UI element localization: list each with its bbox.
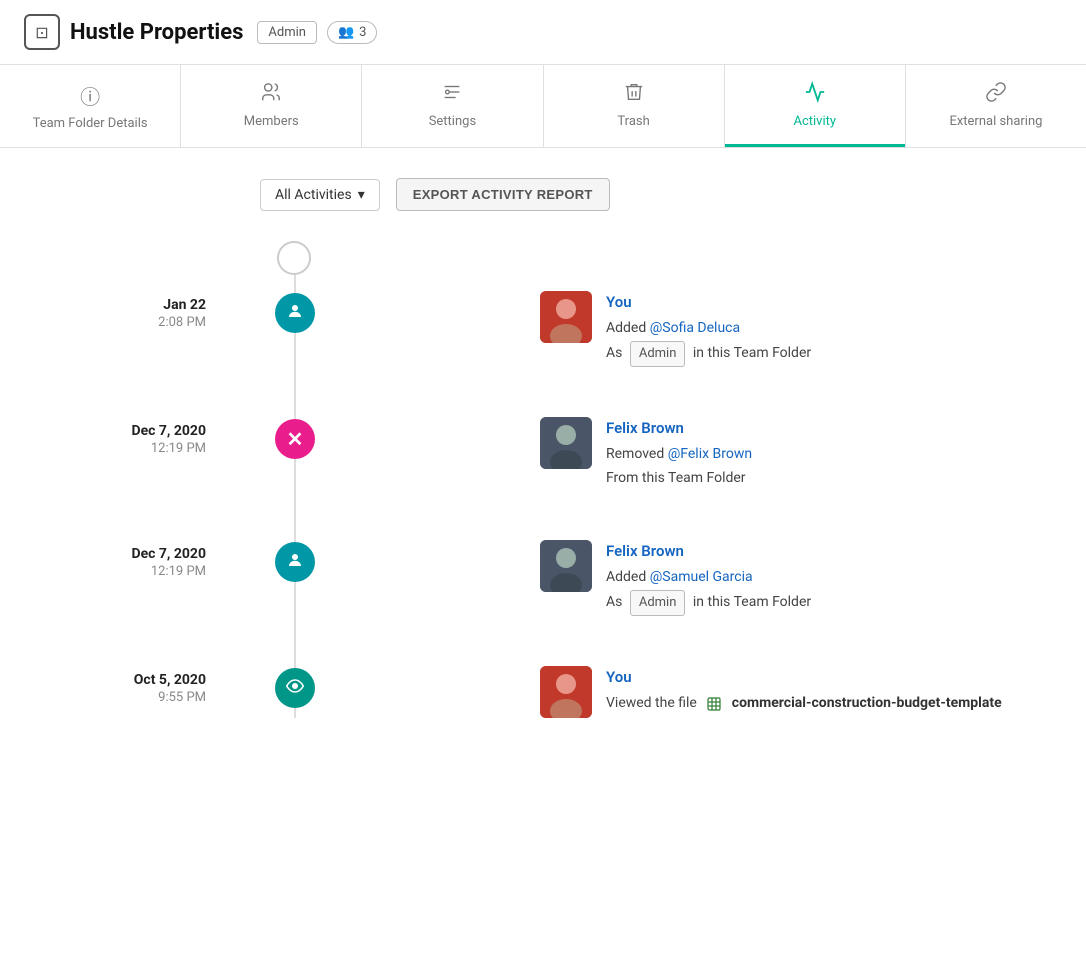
avatar-felix-1 bbox=[540, 417, 592, 469]
members-icon: 👥 bbox=[338, 25, 354, 40]
trash-icon bbox=[623, 81, 645, 108]
role-badge-3: Admin bbox=[630, 590, 686, 616]
role-badge-1: Admin bbox=[630, 341, 686, 367]
activity-content-4: You Viewed the file comm bbox=[540, 666, 1002, 718]
tab-trash-label: Trash bbox=[617, 114, 649, 129]
members-badge: 👥 3 bbox=[327, 21, 378, 44]
user-icon bbox=[286, 302, 304, 324]
activity-text-1: Added @Sofia Deluca bbox=[606, 317, 811, 341]
activity-node-3 bbox=[275, 542, 315, 582]
settings-icon bbox=[441, 81, 463, 108]
activity-date-4: Oct 5, 2020 9:55 PM bbox=[40, 666, 250, 705]
timeline-item: Jan 22 2:08 PM You bbox=[40, 291, 1046, 367]
timeline-item-4: Oct 5, 2020 9:55 PM bbox=[40, 666, 1046, 718]
activity-node-1 bbox=[275, 293, 315, 333]
user-icon-3 bbox=[286, 551, 304, 573]
timeline: Jan 22 2:08 PM You bbox=[40, 241, 1046, 718]
nav-tabs: ⓘ Team Folder Details Members Settings bbox=[0, 65, 1086, 148]
tab-external-sharing[interactable]: External sharing bbox=[906, 65, 1086, 147]
activity-text-2: Removed @Felix Brown bbox=[606, 443, 752, 467]
activity-info-1: You Added @Sofia Deluca As Admin in this… bbox=[606, 291, 811, 367]
activity-actor-4: You bbox=[606, 668, 1002, 686]
activity-date-2: Dec 7, 2020 12:19 PM bbox=[40, 417, 250, 456]
tab-members-label: Members bbox=[244, 114, 299, 129]
members-tab-icon bbox=[260, 81, 282, 108]
activity-icon bbox=[804, 81, 826, 108]
close-icon: ✕ bbox=[287, 427, 304, 451]
file-name: commercial-construction-budget-template bbox=[732, 695, 1002, 711]
activity-mention-3: @Samuel Garcia bbox=[650, 569, 753, 585]
activity-date-3: Dec 7, 2020 12:19 PM bbox=[40, 540, 250, 579]
activity-mention-2: @Felix Brown bbox=[668, 446, 752, 462]
activity-date: Jan 22 2:08 PM bbox=[40, 291, 250, 330]
eye-icon bbox=[286, 677, 304, 699]
filter-dropdown[interactable]: All Activities ▾ bbox=[260, 179, 380, 211]
timeline-item-3: Dec 7, 2020 12:19 PM Felix Brown bbox=[40, 540, 1046, 616]
tab-team-folder-details-label: Team Folder Details bbox=[33, 116, 148, 131]
activity-content-1: You Added @Sofia Deluca As Admin in this… bbox=[540, 291, 811, 367]
activity-info-3: Felix Brown Added @Samuel Garcia As Admi… bbox=[606, 540, 811, 616]
external-sharing-icon bbox=[985, 81, 1007, 108]
tab-members[interactable]: Members bbox=[181, 65, 362, 147]
main-content: All Activities ▾ EXPORT ACTIVITY REPORT … bbox=[0, 148, 1086, 798]
activity-content-2: Felix Brown Removed @Felix Brown From th… bbox=[540, 417, 752, 491]
activity-role-line-3: As Admin in this Team Folder bbox=[606, 590, 811, 616]
tab-settings-label: Settings bbox=[429, 114, 476, 129]
timeline-top-node bbox=[277, 241, 311, 275]
avatar-felix-2 bbox=[540, 540, 592, 592]
activity-role-line-1: As Admin in this Team Folder bbox=[606, 341, 811, 367]
activity-mention-1: @Sofia Deluca bbox=[650, 320, 740, 336]
activity-actor-2: Felix Brown bbox=[606, 419, 752, 437]
chevron-down-icon: ▾ bbox=[358, 187, 365, 203]
members-count: 3 bbox=[359, 25, 366, 40]
activity-actor-1: You bbox=[606, 293, 811, 311]
app-title: Hustle Properties bbox=[70, 20, 243, 45]
export-button[interactable]: EXPORT ACTIVITY REPORT bbox=[396, 178, 610, 211]
tab-external-sharing-label: External sharing bbox=[949, 114, 1042, 129]
avatar-you-2 bbox=[540, 666, 592, 718]
info-icon: ⓘ bbox=[80, 81, 100, 110]
app-header: ⊡ Hustle Properties Admin 👥 3 bbox=[0, 0, 1086, 65]
filter-label: All Activities bbox=[275, 187, 352, 203]
activity-text-4: Viewed the file commercial-construction-… bbox=[606, 692, 1002, 716]
app-logo: ⊡ bbox=[24, 14, 60, 50]
activity-node-4 bbox=[275, 668, 315, 708]
activity-role-line-2: From this Team Folder bbox=[606, 467, 752, 491]
tab-trash[interactable]: Trash bbox=[544, 65, 725, 147]
controls-row: All Activities ▾ EXPORT ACTIVITY REPORT bbox=[260, 178, 1046, 211]
activity-content-3: Felix Brown Added @Samuel Garcia As Admi… bbox=[540, 540, 811, 616]
tab-activity-label: Activity bbox=[793, 114, 836, 129]
activity-info-2: Felix Brown Removed @Felix Brown From th… bbox=[606, 417, 752, 491]
activity-info-4: You Viewed the file comm bbox=[606, 666, 1002, 716]
tab-team-folder-details[interactable]: ⓘ Team Folder Details bbox=[0, 65, 181, 147]
spreadsheet-icon bbox=[703, 695, 728, 711]
admin-badge: Admin bbox=[257, 21, 317, 44]
tab-activity[interactable]: Activity bbox=[725, 65, 906, 147]
activity-actor-3: Felix Brown bbox=[606, 542, 811, 560]
avatar-you-1 bbox=[540, 291, 592, 343]
tab-settings[interactable]: Settings bbox=[362, 65, 543, 147]
activity-text-3: Added @Samuel Garcia bbox=[606, 566, 811, 590]
timeline-item-2: Dec 7, 2020 12:19 PM ✕ Felix Brown bbox=[40, 417, 1046, 491]
activity-node-2: ✕ bbox=[275, 419, 315, 459]
